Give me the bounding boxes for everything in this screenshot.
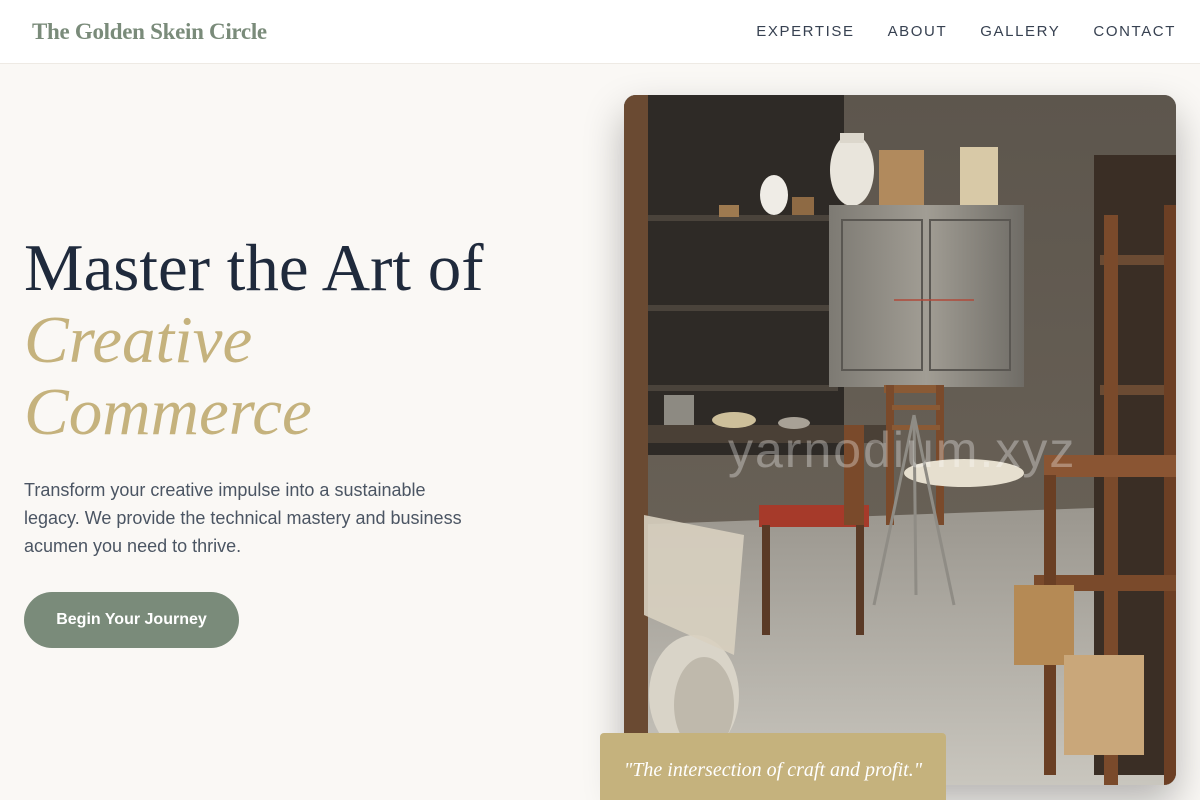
site-header: The Golden Skein Circle EXPERTISE ABOUT … — [0, 0, 1200, 64]
quote-text: "The intersection of craft and profit." — [623, 759, 923, 781]
hero-title-accent-1: Creative — [24, 303, 253, 377]
nav-link-gallery[interactable]: GALLERY — [980, 23, 1060, 40]
begin-journey-button[interactable]: Begin Your Journey — [24, 592, 239, 648]
hero-title-line: Master the Art of — [24, 231, 484, 305]
hero-subtitle: Transform your creative impulse into a s… — [24, 480, 462, 556]
nav-link-about[interactable]: ABOUT — [888, 23, 948, 40]
quote-box: "The intersection of craft and profit." — [600, 733, 946, 800]
brand-logo[interactable]: The Golden Skein Circle — [32, 19, 267, 45]
nav-link-expertise[interactable]: EXPERTISE — [756, 23, 854, 40]
hero-section: Master the Art of Creative Commerce Tran… — [24, 232, 584, 648]
hero-title-accent-2: Commerce — [24, 375, 312, 449]
nav-link-contact[interactable]: CONTACT — [1093, 23, 1176, 40]
workshop-photo: yarnodium.xyz — [624, 95, 1176, 785]
hero-title: Master the Art of Creative Commerce — [24, 232, 584, 448]
image-watermark: yarnodium.xyz — [728, 422, 1077, 478]
main-nav: EXPERTISE ABOUT GALLERY CONTACT — [756, 23, 1176, 40]
